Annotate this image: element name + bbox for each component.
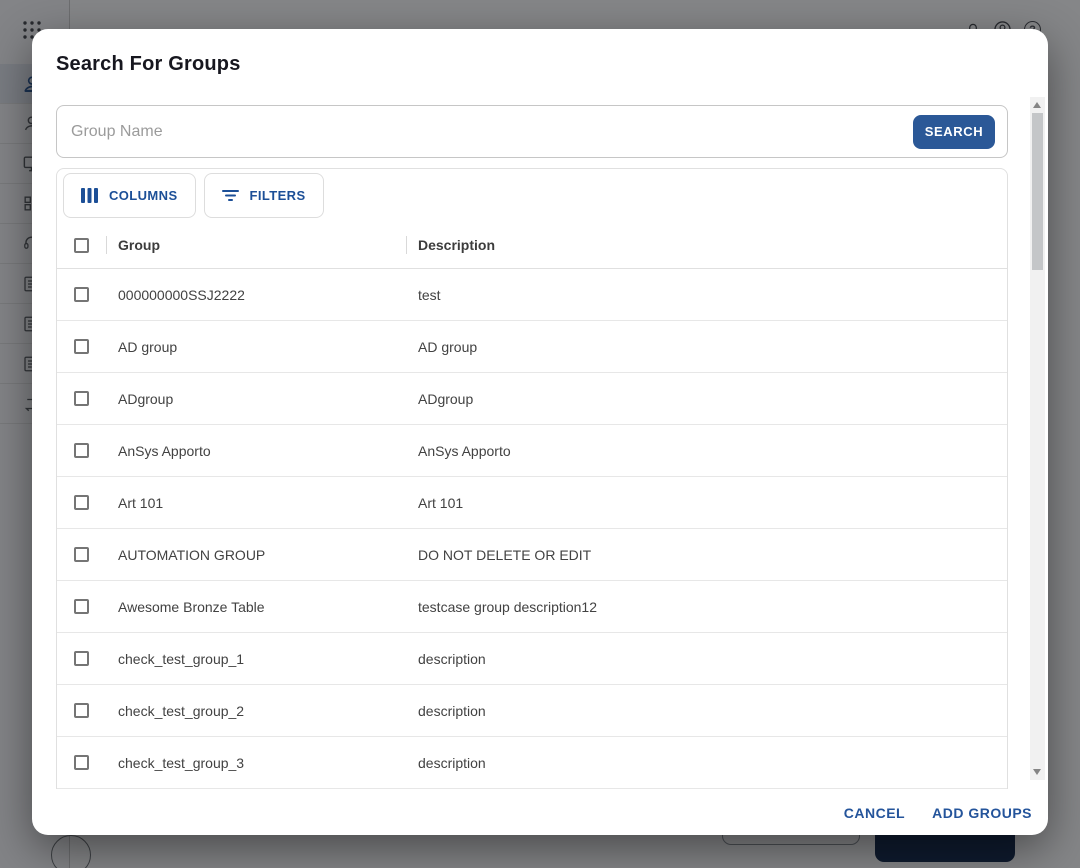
scroll-up-arrow-icon[interactable] bbox=[1033, 102, 1041, 108]
row-checkbox[interactable] bbox=[74, 599, 89, 614]
group-cell: Art 101 bbox=[106, 495, 406, 511]
row-checkbox-cell bbox=[57, 599, 106, 614]
row-checkbox-cell bbox=[57, 651, 106, 666]
row-checkbox-cell bbox=[57, 703, 106, 718]
description-cell: testcase group description12 bbox=[406, 599, 1007, 615]
search-button[interactable]: SEARCH bbox=[913, 115, 995, 149]
description-column-header[interactable]: Description bbox=[406, 222, 1007, 268]
columns-button-label: COLUMNS bbox=[109, 188, 178, 203]
columns-button[interactable]: COLUMNS bbox=[63, 173, 196, 218]
row-checkbox-cell bbox=[57, 287, 106, 302]
group-cell: AUTOMATION GROUP bbox=[106, 547, 406, 563]
row-checkbox[interactable] bbox=[74, 391, 89, 406]
row-checkbox[interactable] bbox=[74, 495, 89, 510]
row-checkbox-cell bbox=[57, 443, 106, 458]
group-cell: AD group bbox=[106, 339, 406, 355]
group-cell: check_test_group_1 bbox=[106, 651, 406, 667]
table-row[interactable]: check_test_group_1 description bbox=[57, 633, 1007, 685]
scroll-down-arrow-icon[interactable] bbox=[1033, 769, 1041, 775]
description-cell: description bbox=[406, 651, 1007, 667]
group-search-bar: SEARCH bbox=[56, 105, 1008, 158]
dialog-title: Search For Groups bbox=[56, 53, 241, 76]
row-checkbox[interactable] bbox=[74, 547, 89, 562]
row-checkbox-cell bbox=[57, 547, 106, 562]
table-row[interactable]: AD group AD group bbox=[57, 321, 1007, 373]
table-row[interactable]: AnSys Apporto AnSys Apporto bbox=[57, 425, 1007, 477]
select-all-checkbox[interactable] bbox=[74, 238, 89, 253]
description-cell: AnSys Apporto bbox=[406, 443, 1007, 459]
description-cell: Art 101 bbox=[406, 495, 1007, 511]
search-for-groups-dialog: Search For Groups SEARCH COLUMNS bbox=[32, 29, 1048, 835]
description-cell: description bbox=[406, 703, 1007, 719]
row-checkbox[interactable] bbox=[74, 339, 89, 354]
groups-table: COLUMNS FILTERS bbox=[56, 168, 1008, 789]
group-cell: 000000000SSJ2222 bbox=[106, 287, 406, 303]
add-groups-button[interactable]: ADD GROUPS bbox=[932, 805, 1032, 821]
filters-button-label: FILTERS bbox=[250, 188, 306, 203]
dialog-actions: CANCEL ADD GROUPS bbox=[844, 805, 1032, 821]
row-checkbox-cell bbox=[57, 755, 106, 770]
filter-icon bbox=[222, 189, 239, 202]
table-body: 000000000SSJ2222 test AD group AD group … bbox=[57, 269, 1007, 789]
group-name-input[interactable] bbox=[71, 123, 913, 141]
description-cell: ADgroup bbox=[406, 391, 1007, 407]
column-divider bbox=[106, 236, 107, 254]
cancel-button[interactable]: CANCEL bbox=[844, 805, 905, 821]
row-checkbox[interactable] bbox=[74, 755, 89, 770]
row-checkbox-cell bbox=[57, 495, 106, 510]
header-checkbox-cell bbox=[57, 238, 106, 253]
row-checkbox[interactable] bbox=[74, 443, 89, 458]
description-cell: AD group bbox=[406, 339, 1007, 355]
table-row[interactable]: Art 101 Art 101 bbox=[57, 477, 1007, 529]
group-cell: check_test_group_2 bbox=[106, 703, 406, 719]
table-header-row: Group Description bbox=[57, 222, 1007, 269]
description-cell: test bbox=[406, 287, 1007, 303]
table-toolbar: COLUMNS FILTERS bbox=[57, 169, 1007, 222]
group-cell: Awesome Bronze Table bbox=[106, 599, 406, 615]
table-row[interactable]: Awesome Bronze Table testcase group desc… bbox=[57, 581, 1007, 633]
table-row[interactable]: check_test_group_2 description bbox=[57, 685, 1007, 737]
dialog-scroll-area: SEARCH COLUMNS bbox=[32, 94, 1048, 789]
table-row[interactable]: ADgroup ADgroup bbox=[57, 373, 1007, 425]
group-column-header[interactable]: Group bbox=[106, 222, 406, 268]
row-checkbox[interactable] bbox=[74, 651, 89, 666]
group-cell: AnSys Apporto bbox=[106, 443, 406, 459]
row-checkbox-cell bbox=[57, 391, 106, 406]
scrollbar-thumb[interactable] bbox=[1032, 113, 1043, 270]
group-cell: check_test_group_3 bbox=[106, 755, 406, 771]
row-checkbox-cell bbox=[57, 339, 106, 354]
table-row[interactable]: 000000000SSJ2222 test bbox=[57, 269, 1007, 321]
group-cell: ADgroup bbox=[106, 391, 406, 407]
table-row[interactable]: check_test_group_3 description bbox=[57, 737, 1007, 789]
description-cell: description bbox=[406, 755, 1007, 771]
dialog-scrollbar[interactable] bbox=[1030, 97, 1045, 780]
row-checkbox[interactable] bbox=[74, 703, 89, 718]
description-cell: DO NOT DELETE OR EDIT bbox=[406, 547, 1007, 563]
columns-icon bbox=[81, 188, 98, 203]
column-divider bbox=[406, 236, 407, 254]
filters-button[interactable]: FILTERS bbox=[204, 173, 324, 218]
table-row[interactable]: AUTOMATION GROUP DO NOT DELETE OR EDIT bbox=[57, 529, 1007, 581]
row-checkbox[interactable] bbox=[74, 287, 89, 302]
